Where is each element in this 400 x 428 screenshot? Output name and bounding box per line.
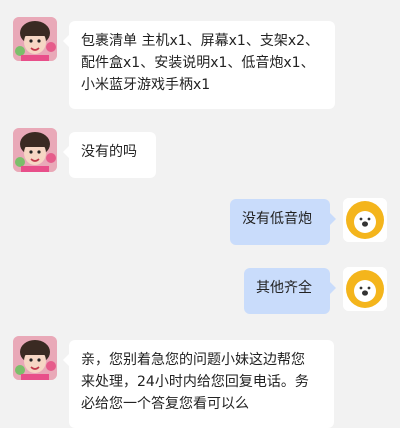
lion-avatar[interactable]	[343, 267, 387, 311]
message-bubble[interactable]: 没有低音炮	[230, 199, 336, 245]
girl-avatar[interactable]	[13, 17, 57, 61]
message-bubble[interactable]: 包裹清单 主机x1、屏幕x1、支架x2、 配件盒x1、安装说明x1、低音炮x1、…	[63, 21, 335, 109]
chat-area: 包裹清单 主机x1、屏幕x1、支架x2、 配件盒x1、安装说明x1、低音炮x1、…	[0, 0, 400, 428]
lion-avatar[interactable]	[343, 198, 387, 242]
message-bubble[interactable]: 没有的吗	[63, 132, 156, 178]
girl-avatar[interactable]	[13, 336, 57, 380]
girl-avatar[interactable]	[13, 128, 57, 172]
message-bubble[interactable]: 其他齐全	[244, 268, 336, 314]
message-bubble[interactable]: 亲，您别着急您的问题小妹这边帮您 来处理，24小时内给您回复电话。务 必给您一个…	[63, 340, 334, 428]
